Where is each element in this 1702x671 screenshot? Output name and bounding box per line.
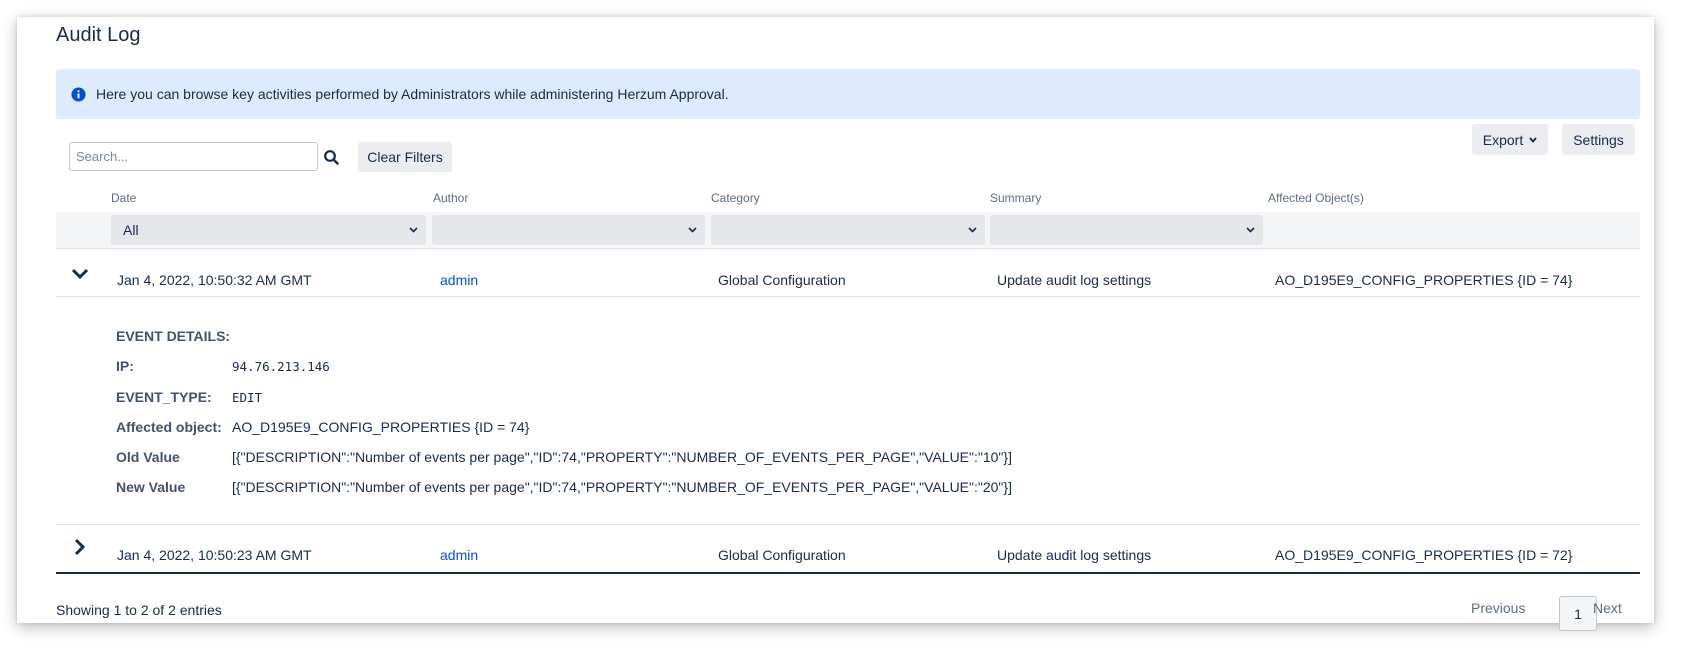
event-details-heading: EVENT DETAILS: (116, 328, 231, 344)
row-author-link[interactable]: admin (440, 272, 478, 288)
audit-log-panel: Audit Log Here you can browse key activi… (17, 17, 1654, 631)
column-header-summary[interactable]: Summary (990, 191, 1041, 205)
chevron-right-icon[interactable] (71, 538, 89, 556)
chevron-down-small-icon (968, 227, 977, 233)
row-author-link[interactable]: admin (440, 547, 478, 563)
export-label: Export (1482, 131, 1524, 148)
row-summary: Update audit log settings (997, 272, 1152, 288)
entries-count: Showing 1 to 2 of 2 entries (56, 602, 222, 618)
info-banner: Here you can browse key activities perfo… (56, 69, 1640, 119)
page-1-button[interactable]: 1 (1559, 596, 1597, 631)
info-message: Here you can browse key activities perfo… (96, 86, 729, 102)
chevron-down-small-icon (688, 227, 697, 233)
export-button[interactable]: Export (1472, 124, 1548, 155)
column-header-date[interactable]: Date (111, 191, 136, 205)
settings-button[interactable]: Settings (1562, 124, 1635, 155)
row-category: Global Configuration (718, 272, 846, 288)
new-value: [{"DESCRIPTION":"Number of events per pa… (232, 479, 1012, 495)
row-divider (56, 524, 1640, 525)
old-value-label: Old Value (116, 449, 180, 465)
chevron-down-small-icon (1529, 136, 1537, 143)
event-type-label: EVENT_TYPE: (116, 389, 212, 405)
row-date: Jan 4, 2022, 10:50:32 AM GMT (117, 272, 312, 288)
ip-value: 94.76.213.146 (232, 359, 330, 374)
ip-label: IP: (116, 358, 134, 374)
search-input[interactable] (69, 142, 318, 171)
author-filter-select[interactable] (432, 215, 705, 245)
previous-page-button[interactable]: Previous (1471, 600, 1525, 616)
row-category: Global Configuration (718, 547, 846, 563)
old-value: [{"DESCRIPTION":"Number of events per pa… (232, 449, 1012, 465)
event-type-value: EDIT (232, 390, 263, 405)
affected-object-label: Affected object: (116, 419, 222, 435)
summary-filter-select[interactable] (990, 215, 1263, 245)
row-divider (56, 296, 1640, 297)
date-filter-select[interactable]: All (111, 215, 426, 245)
row-affected: AO_D195E9_CONFIG_PROPERTIES {ID = 72} (1275, 547, 1573, 563)
new-value-label: New Value (116, 479, 186, 495)
page-title: Audit Log (56, 24, 141, 46)
date-filter-value: All (123, 222, 139, 238)
chevron-down-small-icon (1246, 227, 1255, 233)
column-header-affected: Affected Object(s) (1268, 191, 1364, 205)
column-header-author[interactable]: Author (433, 191, 468, 205)
category-filter-select[interactable] (711, 215, 985, 245)
column-header-category[interactable]: Category (711, 191, 760, 205)
row-affected: AO_D195E9_CONFIG_PROPERTIES {ID = 74} (1275, 272, 1573, 288)
info-circle-icon (71, 86, 86, 102)
affected-object-value: AO_D195E9_CONFIG_PROPERTIES {ID = 74} (232, 419, 530, 435)
row-date: Jan 4, 2022, 10:50:23 AM GMT (117, 547, 312, 563)
table-bottom-border (56, 572, 1640, 574)
search-icon[interactable] (323, 149, 340, 166)
chevron-down-small-icon (409, 227, 418, 233)
next-page-button[interactable]: Next (1593, 600, 1622, 616)
row-divider (56, 248, 1640, 249)
chevron-down-icon[interactable] (71, 265, 89, 283)
clear-filters-button[interactable]: Clear Filters (358, 142, 452, 172)
row-summary: Update audit log settings (997, 547, 1152, 563)
